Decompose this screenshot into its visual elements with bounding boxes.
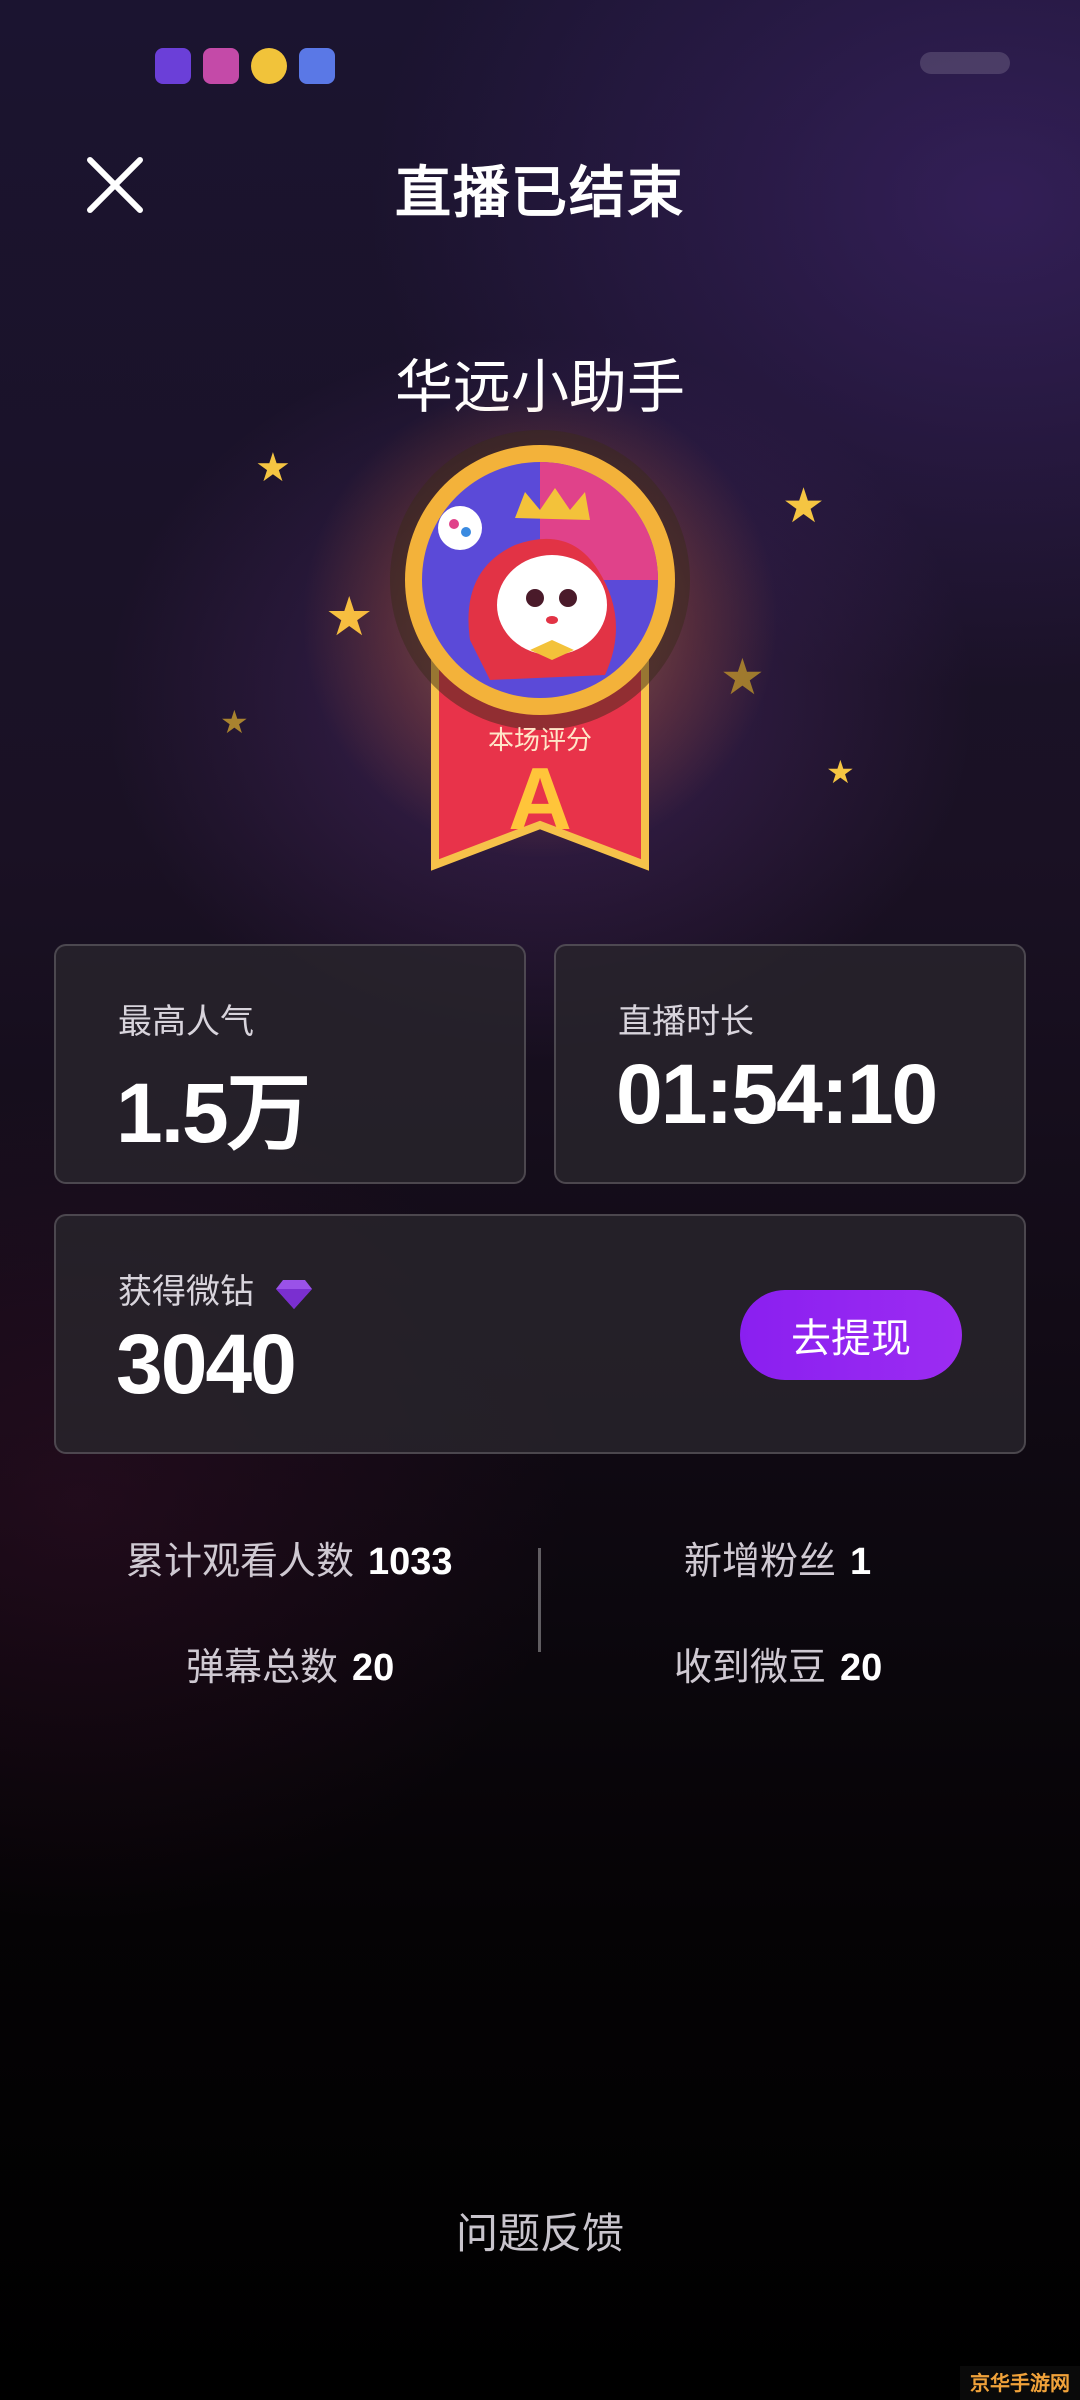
peak-popularity-value: 1.5万 — [116, 1066, 311, 1160]
page-title: 直播已结束 — [395, 161, 685, 226]
withdraw-button[interactable]: 去提现 — [740, 1290, 962, 1380]
feedback-link[interactable]: 问题反馈 — [0, 2200, 1080, 2261]
diamond-icon — [275, 1279, 312, 1309]
diamonds-card: 获得微钻 3040 去提现 — [54, 1214, 1026, 1454]
total-viewers-value: 1033 — [368, 1541, 453, 1583]
total-viewers-stat: 累计观看人数 1033 — [126, 1530, 453, 1585]
duration-card: 直播时长 01:54:10 — [554, 944, 1026, 1184]
star-icon: ★ — [782, 478, 826, 534]
diamonds-value: 3040 — [116, 1317, 297, 1411]
watermark: 京华手游网 — [960, 2366, 1080, 2400]
medal-grade: A — [508, 749, 572, 848]
new-fans-label: 新增粉丝 — [684, 1539, 837, 1583]
status-indicators — [920, 52, 1010, 74]
danmaku-total-value: 20 — [352, 1647, 395, 1689]
beans-received-value: 20 — [840, 1647, 883, 1689]
danmaku-total-label: 弹幕总数 — [186, 1645, 339, 1689]
video-app-icon — [203, 48, 239, 84]
diamonds-label-row: 获得微钻 — [118, 1264, 313, 1313]
duration-label: 直播时长 — [618, 1002, 754, 1042]
education-app-icon — [299, 48, 335, 84]
duration-value: 01:54:10 — [616, 1047, 938, 1141]
beans-received-stat: 收到微豆 20 — [674, 1636, 882, 1691]
star-icon: ★ — [826, 753, 855, 791]
peak-popularity-card: 最高人气 1.5万 — [54, 944, 526, 1184]
star-icon: ★ — [255, 445, 291, 491]
rating-medal: 本场评分 A — [340, 420, 740, 880]
danmaku-total-stat: 弹幕总数 20 — [186, 1636, 394, 1691]
status-icons — [155, 48, 335, 84]
new-fans-value: 1 — [850, 1541, 872, 1583]
star-app-icon — [251, 48, 287, 84]
status-bar — [0, 0, 1080, 130]
app-notification-icon — [155, 48, 191, 84]
new-fans-stat: 新增粉丝 1 — [684, 1530, 871, 1585]
stats-divider — [538, 1548, 541, 1652]
beans-received-label: 收到微豆 — [674, 1645, 827, 1689]
diamonds-label: 获得微钻 — [118, 1272, 254, 1312]
peak-popularity-label: 最高人气 — [118, 1002, 254, 1042]
total-viewers-label: 累计观看人数 — [126, 1539, 355, 1583]
star-icon: ★ — [220, 703, 249, 741]
